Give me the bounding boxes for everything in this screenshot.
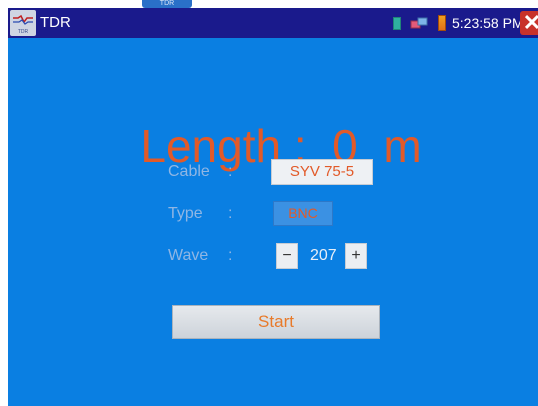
cable-label: Cable — [168, 163, 210, 180]
power-icon — [438, 15, 446, 31]
connection-icon — [410, 17, 428, 29]
tdr-app-icon[interactable]: TDR — [10, 10, 36, 36]
close-icon[interactable]: ✕ — [520, 11, 538, 35]
wave-increment-button[interactable]: + — [345, 243, 367, 269]
type-label: Type — [168, 205, 203, 222]
type-value[interactable]: BNC — [273, 201, 333, 226]
app-icon-label: TDR — [17, 29, 29, 35]
wave-colon: : — [228, 247, 233, 264]
wave-label: Wave — [168, 247, 209, 264]
type-colon: : — [228, 205, 233, 222]
cable-select-button[interactable]: SYV 75-5 — [271, 159, 373, 185]
title-bar: TDR TDR 5:23:58 PM ✕ — [8, 8, 538, 38]
start-button[interactable]: Start — [172, 305, 380, 339]
app-title: TDR — [40, 14, 71, 31]
tdr-panel: Length : 0 m Cable : SYV 75-5 Type : BNC… — [8, 38, 538, 406]
wave-value: 207 — [310, 247, 337, 264]
cable-colon: : — [228, 163, 233, 180]
status-time: 5:23:58 PM — [452, 15, 524, 31]
battery-icon — [393, 17, 401, 30]
wave-decrement-button[interactable]: − — [276, 243, 298, 269]
top-tab-tdr[interactable]: TDR — [142, 0, 192, 8]
